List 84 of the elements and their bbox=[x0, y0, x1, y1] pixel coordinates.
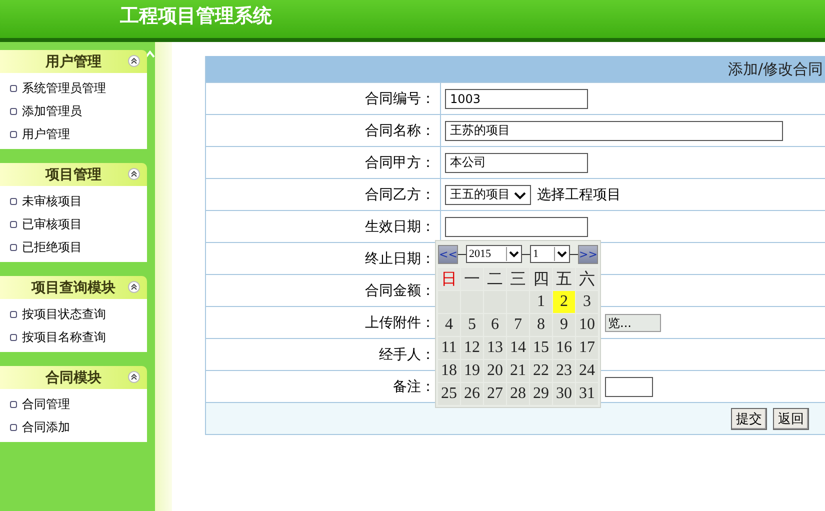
calendar-day[interactable]: 27 bbox=[484, 383, 506, 405]
field-label: 备注： bbox=[393, 378, 435, 394]
input-field[interactable]: 1003 bbox=[445, 88, 588, 108]
weekday-label: 一 bbox=[461, 268, 483, 290]
field-label: 终止日期： bbox=[365, 250, 435, 266]
menu-section-header[interactable]: 项目查询模块 bbox=[0, 276, 147, 299]
calendar-day[interactable]: 24 bbox=[576, 360, 598, 382]
calendar-day[interactable]: 30 bbox=[553, 383, 575, 405]
project-select[interactable]: 王五的项目 bbox=[445, 184, 531, 204]
weekday-label: 日 bbox=[438, 268, 460, 290]
calendar-day[interactable]: 16 bbox=[553, 337, 575, 359]
calendar-day[interactable]: 10 bbox=[576, 314, 598, 336]
weekday-label: 三 bbox=[507, 268, 529, 290]
caret-icon bbox=[554, 247, 569, 261]
field-label: 经手人： bbox=[379, 346, 435, 362]
menu-item[interactable]: 已拒绝项目 bbox=[10, 237, 147, 258]
input-field[interactable]: 王苏的项目 bbox=[445, 120, 783, 140]
menu-section-header[interactable]: 合同模块 bbox=[0, 366, 147, 389]
field-label: 合同编号： bbox=[365, 90, 435, 106]
calendar-day[interactable]: 20 bbox=[484, 360, 506, 382]
weekday-label: 五 bbox=[553, 268, 575, 290]
weekday-label: 六 bbox=[576, 268, 598, 290]
calendar-day[interactable]: 12 bbox=[461, 337, 483, 359]
menu-item[interactable]: 合同添加 bbox=[10, 417, 147, 438]
collapse-icon[interactable] bbox=[128, 55, 140, 67]
input-field[interactable] bbox=[605, 376, 653, 396]
collapse-icon[interactable] bbox=[128, 168, 140, 180]
form-heading: 添加/修改合同 bbox=[728, 60, 823, 78]
calendar-day[interactable]: 6 bbox=[484, 314, 506, 336]
previous-month-button[interactable]: << bbox=[438, 244, 458, 264]
calendar-day[interactable]: 4 bbox=[438, 314, 460, 336]
collapse-icon[interactable] bbox=[128, 371, 140, 383]
field-label: 合同名称： bbox=[365, 122, 435, 138]
input-field[interactable] bbox=[445, 216, 588, 236]
field-label: 合同乙方： bbox=[365, 186, 435, 202]
calendar-day[interactable]: 19 bbox=[461, 360, 483, 382]
calendar-day[interactable]: 17 bbox=[576, 337, 598, 359]
field-label: 合同甲方： bbox=[365, 154, 435, 170]
menu-section-header[interactable]: 用户管理 bbox=[0, 50, 147, 73]
calendar-day[interactable]: 23 bbox=[553, 360, 575, 382]
field-label: 上传附件： bbox=[365, 314, 435, 330]
next-month-button[interactable]: >> bbox=[578, 244, 598, 264]
calendar-day[interactable]: 14 bbox=[507, 337, 529, 359]
menu-item[interactable]: 用户管理 bbox=[10, 124, 147, 145]
calendar-day[interactable]: 29 bbox=[530, 383, 552, 405]
field-label: 生效日期： bbox=[365, 218, 435, 234]
app-title: 工程项目管理系统 bbox=[120, 4, 272, 29]
calendar-day[interactable]: 21 bbox=[507, 360, 529, 382]
input-field[interactable]: 本公司 bbox=[445, 152, 588, 172]
calendar-day[interactable]: 26 bbox=[461, 383, 483, 405]
calendar-day[interactable]: 3 bbox=[576, 291, 598, 313]
calendar-day[interactable]: 8 bbox=[530, 314, 552, 336]
calendar-day[interactable]: 18 bbox=[438, 360, 460, 382]
calendar-day[interactable]: 13 bbox=[484, 337, 506, 359]
menu-item[interactable]: 已审核项目 bbox=[10, 214, 147, 235]
field-hint: 选择工程项目 bbox=[537, 186, 621, 202]
month-select[interactable]: 1 bbox=[530, 245, 570, 263]
weekday-label: 四 bbox=[530, 268, 552, 290]
menu-item[interactable]: 按项目名称查询 bbox=[10, 327, 147, 348]
menu-item[interactable]: 按项目状态查询 bbox=[10, 304, 147, 325]
field-label: 合同金额： bbox=[365, 282, 435, 298]
form-button[interactable]: 提交 bbox=[731, 408, 767, 430]
calendar-day[interactable]: 7 bbox=[507, 314, 529, 336]
form-button[interactable]: 返回 bbox=[773, 408, 809, 430]
calendar-day[interactable]: 15 bbox=[530, 337, 552, 359]
year-select[interactable]: 2015 bbox=[466, 245, 522, 263]
calendar-day[interactable]: 28 bbox=[507, 383, 529, 405]
calendar-day[interactable]: 25 bbox=[438, 383, 460, 405]
caret-icon bbox=[506, 247, 521, 261]
menu-item[interactable]: 系统管理员管理 bbox=[10, 78, 147, 99]
calendar-day[interactable]: 9 bbox=[553, 314, 575, 336]
menu-section-header[interactable]: 项目管理 bbox=[0, 163, 147, 186]
calendar-day[interactable]: 2 bbox=[553, 291, 575, 313]
calendar-day[interactable]: 11 bbox=[438, 337, 460, 359]
menu-item[interactable]: 合同管理 bbox=[10, 394, 147, 415]
calendar-day[interactable]: 31 bbox=[576, 383, 598, 405]
collapse-icon[interactable] bbox=[128, 281, 140, 293]
menu-item[interactable]: 未审核项目 bbox=[10, 191, 147, 212]
menu-item[interactable]: 添加管理员 bbox=[10, 101, 147, 122]
calendar-day[interactable]: 1 bbox=[530, 291, 552, 313]
browse-button[interactable]: 览... bbox=[605, 314, 661, 332]
weekday-label: 二 bbox=[484, 268, 506, 290]
calendar-day[interactable]: 5 bbox=[461, 314, 483, 336]
calendar-day[interactable]: 22 bbox=[530, 360, 552, 382]
